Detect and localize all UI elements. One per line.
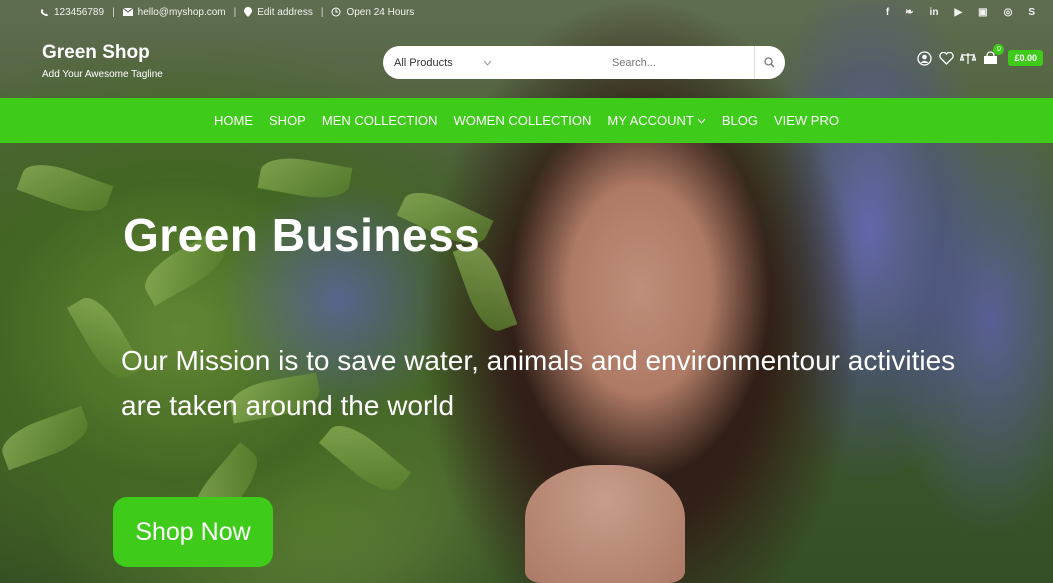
search-icon: [764, 57, 775, 68]
category-select[interactable]: All Products: [383, 57, 504, 69]
mail-icon: [122, 8, 133, 16]
address-contact[interactable]: Edit address: [244, 7, 313, 18]
main-navigation: HOME SHOP MEN COLLECTION WOMEN COLLECTIO…: [0, 98, 1053, 143]
top-contacts: 123456789 | hello@myshop.com | Edit addr…: [40, 7, 414, 18]
chevron-down-icon: [483, 60, 492, 66]
hours-text: Open 24 Hours: [346, 6, 415, 18]
hero-title: Green Business: [123, 209, 481, 261]
instagram-icon[interactable]: ▣: [978, 7, 987, 18]
clock-icon: [331, 7, 341, 17]
nav-item-view-pro[interactable]: VIEW PRO: [774, 113, 839, 128]
search-input[interactable]: [503, 46, 754, 79]
skype-icon[interactable]: S: [1028, 7, 1035, 18]
linkedin-icon[interactable]: in: [930, 7, 939, 18]
compare-icon[interactable]: [960, 50, 977, 66]
nav-item-my-account-label: MY ACCOUNT: [607, 113, 694, 128]
cart-icon[interactable]: 0: [982, 44, 1005, 66]
cart-total[interactable]: £0.00: [1008, 50, 1043, 66]
address-text: Edit address: [257, 6, 313, 18]
site-tagline: Add Your Awesome Tagline: [42, 69, 163, 80]
hero-background-image: [0, 0, 1053, 583]
cart-count-badge: 0: [993, 44, 1005, 55]
nav-item-shop[interactable]: SHOP: [269, 113, 306, 128]
chevron-down-icon: [697, 118, 706, 124]
email-contact[interactable]: hello@myshop.com: [122, 6, 226, 18]
shop-now-button[interactable]: Shop Now: [113, 497, 273, 567]
product-search-bar: All Products: [383, 46, 785, 79]
phone-number: 123456789: [54, 6, 105, 18]
twitter-icon[interactable]: ❧: [905, 7, 913, 18]
category-select-value: All Products: [394, 56, 453, 69]
nav-item-women-collection[interactable]: WOMEN COLLECTION: [453, 113, 591, 128]
email-address: hello@myshop.com: [137, 6, 226, 18]
hero-description: Our Mission is to save water, animals an…: [121, 345, 956, 421]
site-title[interactable]: Green Shop: [42, 42, 163, 64]
youtube-icon[interactable]: ▶: [954, 7, 962, 18]
social-links: f ❧ in ▶ ▣ ◎ S: [886, 7, 1035, 18]
phone-contact[interactable]: 123456789: [40, 7, 104, 18]
wishlist-icon[interactable]: [938, 50, 954, 66]
nav-item-men-collection[interactable]: MEN COLLECTION: [322, 113, 438, 128]
header-actions: 0 £0.00: [916, 44, 1043, 66]
top-bar: 123456789 | hello@myshop.com | Edit addr…: [0, 0, 1053, 24]
nav-item-home[interactable]: HOME: [214, 113, 253, 128]
account-icon[interactable]: [916, 50, 932, 66]
dribbble-icon[interactable]: ◎: [1004, 7, 1013, 18]
nav-item-my-account[interactable]: MY ACCOUNT: [607, 113, 706, 128]
nav-item-blog[interactable]: BLOG: [722, 113, 758, 128]
location-pin-icon: [244, 7, 253, 17]
facebook-icon[interactable]: f: [886, 7, 889, 18]
hours-info: Open 24 Hours: [331, 7, 414, 18]
phone-icon: [40, 8, 49, 16]
site-branding[interactable]: Green Shop Add Your Awesome Tagline: [42, 42, 163, 80]
